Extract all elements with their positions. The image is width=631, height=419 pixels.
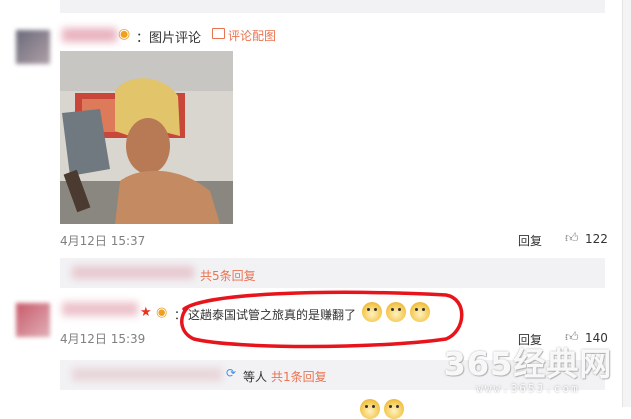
like-count: 122 [585, 232, 608, 246]
reply-button[interactable]: 回复 [518, 232, 542, 249]
verified-icon: ⟳ [226, 366, 237, 380]
username[interactable] [62, 302, 138, 316]
emoji-group [360, 399, 404, 419]
like-icon[interactable]: 👍︎ [565, 231, 579, 246]
sub-reply-count-link[interactable]: 共1条回复 [271, 368, 327, 385]
comment-timestamp: 4月12日 15:37 [60, 234, 146, 248]
like-icon[interactable]: 👍︎ [565, 330, 579, 345]
vip-badge-icon: ◉ [118, 26, 131, 42]
photo-illustration [60, 51, 233, 224]
sub-reply-count-link[interactable]: 共5条回复 [200, 267, 256, 284]
username[interactable] [62, 28, 117, 42]
comment-photo[interactable] [60, 51, 233, 224]
previous-replies-bar [60, 0, 605, 13]
image-icon [212, 28, 225, 39]
star-badge-icon: ★ [140, 305, 152, 320]
watermark-logo: 365经典网 www.365J.com [438, 346, 618, 395]
scrollbar[interactable] [622, 0, 631, 407]
sub-reply-prefix: 等人 [243, 370, 268, 384]
doge-emoji-icon [384, 399, 404, 419]
sub-reply-usernames [72, 266, 194, 279]
comment-image-link[interactable]: 评论配图 [228, 27, 276, 44]
like-count: 140 [585, 331, 608, 345]
avatar[interactable] [16, 303, 50, 337]
comment-label: ：图片评论 [136, 31, 202, 46]
watermark-title: 365经典网 [443, 345, 613, 383]
watermark-url: www.365J.com [476, 382, 580, 395]
vip-badge-icon: ◉ [156, 305, 168, 320]
comment-timestamp: 4月12日 15:39 [60, 332, 146, 346]
highlight-circle [180, 290, 464, 349]
doge-emoji-icon [360, 399, 380, 419]
avatar[interactable] [16, 30, 50, 64]
sub-reply-usernames [72, 368, 222, 381]
